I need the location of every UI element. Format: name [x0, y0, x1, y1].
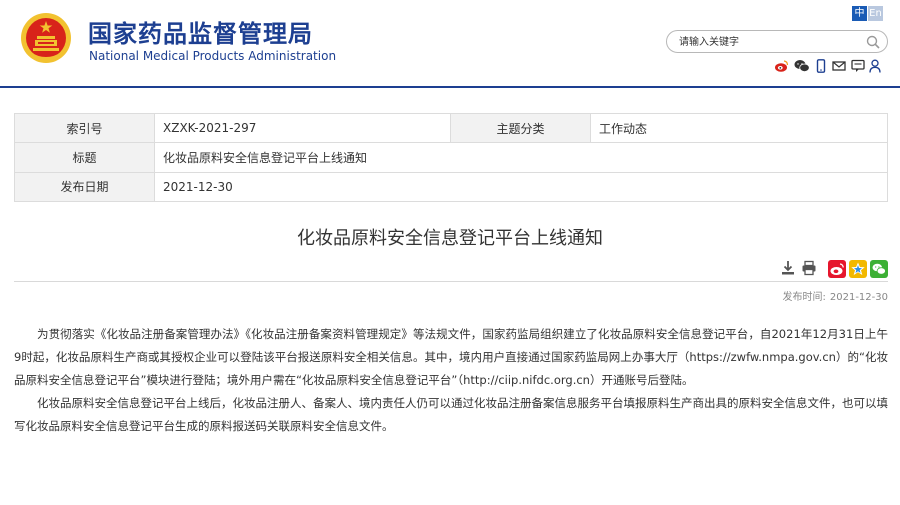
date-value: 2021-12-30 [154, 171, 888, 203]
publish-time-value: 2021-12-30 [829, 292, 888, 303]
category-label: 主题分类 [450, 112, 591, 144]
search-icon[interactable] [866, 35, 880, 49]
print-icon[interactable] [801, 260, 817, 280]
publish-time-label: 发布时间: [782, 292, 826, 303]
category-value: 工作动态 [590, 112, 888, 144]
publish-time: 发布时间: 2021-12-30 [779, 288, 889, 303]
search-box [666, 30, 888, 53]
article-body: 为贯彻落实《化妆品注册备案管理办法》《化妆品注册备案资料管理规定》等法规文件，国… [14, 323, 888, 438]
index-label: 索引号 [14, 112, 155, 144]
mobile-icon[interactable] [816, 58, 830, 73]
site-name-en: National Medical Products Administration [89, 49, 337, 63]
lang-en-button[interactable]: En [868, 6, 883, 21]
download-icon[interactable] [780, 260, 796, 280]
article-title: 化妆品原料安全信息登记平台上线通知 [297, 228, 603, 249]
email-icon[interactable] [832, 58, 846, 72]
header-divider [0, 86, 900, 88]
share-wechat-icon[interactable] [870, 260, 888, 282]
site-header: 国家药品监督管理局 National Medical Products Admi… [0, 0, 900, 88]
title-divider [14, 281, 888, 282]
table-row: 发布日期 2021-12-30 [14, 171, 888, 203]
wechat-icon[interactable] [794, 58, 810, 72]
title-value: 化妆品原料安全信息登记平台上线通知 [154, 142, 888, 173]
index-value: XZXK-2021-297 [154, 112, 451, 144]
table-row: 索引号 XZXK-2021-297 主题分类 工作动态 [14, 112, 888, 144]
document-info-table: 索引号 XZXK-2021-297 主题分类 工作动态 标题 化妆品原料安全信息… [14, 112, 888, 203]
user-icon[interactable] [869, 58, 883, 73]
lang-zh-button[interactable]: 中 [852, 6, 867, 21]
date-label: 发布日期 [14, 171, 155, 203]
table-row: 标题 化妆品原料安全信息登记平台上线通知 [14, 142, 888, 173]
share-weibo-icon[interactable] [828, 260, 846, 282]
search-input[interactable] [679, 34, 859, 50]
share-qzone-icon[interactable] [849, 260, 867, 282]
message-icon[interactable] [851, 58, 865, 72]
weibo-icon[interactable] [774, 58, 789, 72]
site-name-cn: 国家药品监督管理局 [88, 20, 313, 48]
national-emblem-icon [21, 13, 71, 63]
article-paragraph: 为贯彻落实《化妆品注册备案管理办法》《化妆品注册备案资料管理规定》等法规文件，国… [14, 327, 888, 387]
title-label: 标题 [14, 142, 155, 173]
article-paragraph: 化妆品原料安全信息登记平台上线后，化妆品注册人、备案人、境内责任人仍可以通过化妆… [14, 396, 888, 433]
